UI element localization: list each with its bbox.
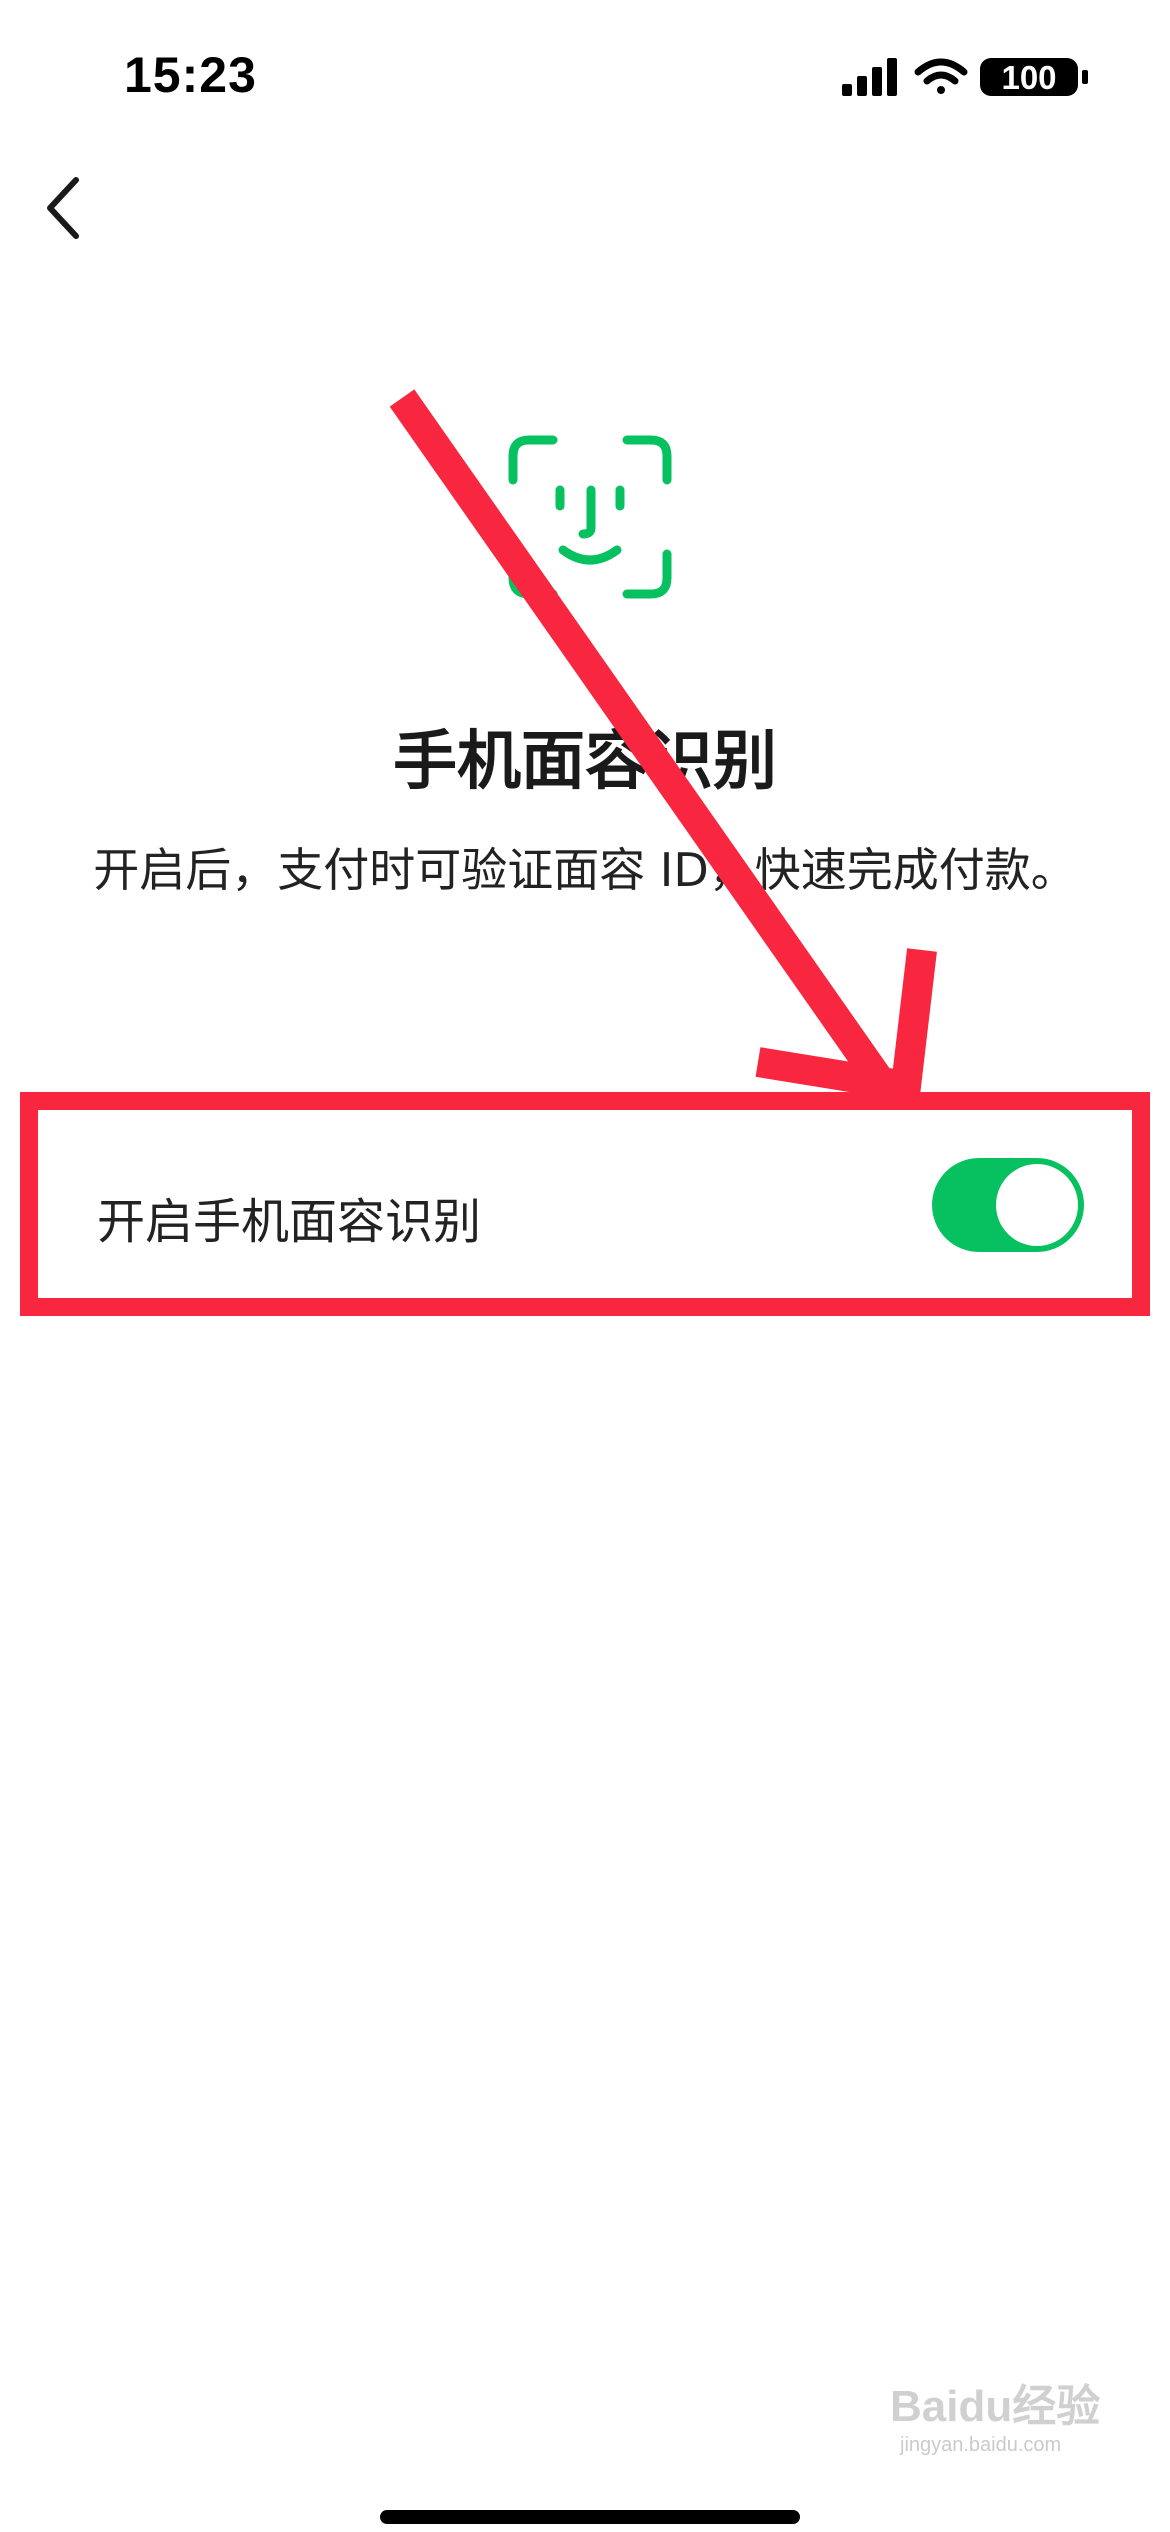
status-time: 15:23: [124, 47, 257, 103]
signal-icon: [842, 58, 897, 96]
page-description: 开启后，支付时可验证面容 ID，快速完成付款。: [93, 843, 1077, 897]
baidu-watermark-url: jingyan.baidu.com: [900, 2434, 1062, 2456]
status-icons-svg: 100: [842, 58, 1088, 96]
home-indicator[interactable]: [380, 2510, 800, 2524]
battery-level: 100: [1001, 59, 1056, 96]
status-bar: 15:23 100: [0, 0, 1170, 150]
status-icons: 100: [840, 54, 1100, 100]
annotation-highlight-box: [20, 1092, 1150, 1316]
back-button[interactable]: [30, 168, 100, 248]
page-title: 手机面容识别: [393, 725, 777, 799]
wifi-icon: [914, 58, 968, 94]
face-id-icon: [505, 432, 675, 602]
battery-icon: 100: [980, 58, 1088, 96]
chevron-left-icon: [47, 177, 79, 239]
